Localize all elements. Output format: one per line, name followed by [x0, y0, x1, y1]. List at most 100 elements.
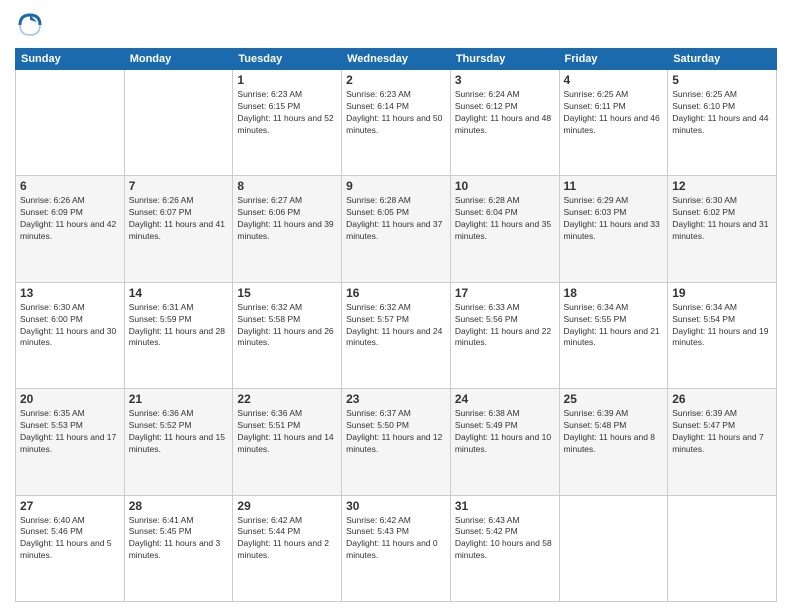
page: SundayMondayTuesdayWednesdayThursdayFrid…: [0, 0, 792, 612]
day-number: 31: [455, 499, 555, 513]
calendar-cell: 28 Sunrise: 6:41 AM Sunset: 5:45 PM Dayli…: [124, 495, 233, 601]
calendar-cell: 9 Sunrise: 6:28 AM Sunset: 6:05 PM Daylig…: [342, 176, 451, 282]
day-number: 4: [564, 73, 664, 87]
cell-details: Sunrise: 6:26 AM Sunset: 6:09 PM Dayligh…: [20, 195, 120, 243]
calendar-week-row: 13 Sunrise: 6:30 AM Sunset: 6:00 PM Dayli…: [16, 282, 777, 388]
day-number: 9: [346, 179, 446, 193]
calendar-cell: 8 Sunrise: 6:27 AM Sunset: 6:06 PM Daylig…: [233, 176, 342, 282]
calendar-cell: 3 Sunrise: 6:24 AM Sunset: 6:12 PM Daylig…: [450, 70, 559, 176]
day-number: 25: [564, 392, 664, 406]
header: [15, 10, 777, 40]
weekday-header-wednesday: Wednesday: [342, 49, 451, 70]
cell-details: Sunrise: 6:40 AM Sunset: 5:46 PM Dayligh…: [20, 515, 120, 563]
day-number: 1: [237, 73, 337, 87]
calendar-cell: [124, 70, 233, 176]
day-number: 19: [672, 286, 772, 300]
calendar-cell: 22 Sunrise: 6:36 AM Sunset: 5:51 PM Dayli…: [233, 389, 342, 495]
calendar-cell: 17 Sunrise: 6:33 AM Sunset: 5:56 PM Dayli…: [450, 282, 559, 388]
day-number: 24: [455, 392, 555, 406]
calendar-cell: 21 Sunrise: 6:36 AM Sunset: 5:52 PM Dayli…: [124, 389, 233, 495]
cell-details: Sunrise: 6:41 AM Sunset: 5:45 PM Dayligh…: [129, 515, 229, 563]
day-number: 5: [672, 73, 772, 87]
day-number: 23: [346, 392, 446, 406]
weekday-header-saturday: Saturday: [668, 49, 777, 70]
cell-details: Sunrise: 6:39 AM Sunset: 5:47 PM Dayligh…: [672, 408, 772, 456]
cell-details: Sunrise: 6:24 AM Sunset: 6:12 PM Dayligh…: [455, 89, 555, 137]
cell-details: Sunrise: 6:34 AM Sunset: 5:55 PM Dayligh…: [564, 302, 664, 350]
calendar-cell: 4 Sunrise: 6:25 AM Sunset: 6:11 PM Daylig…: [559, 70, 668, 176]
calendar-cell: 11 Sunrise: 6:29 AM Sunset: 6:03 PM Dayli…: [559, 176, 668, 282]
day-number: 10: [455, 179, 555, 193]
weekday-header-sunday: Sunday: [16, 49, 125, 70]
calendar-cell: 7Sunrise: 6:26 AM Sunset: 6:07 PM Daylig…: [124, 176, 233, 282]
calendar-cell: 26 Sunrise: 6:39 AM Sunset: 5:47 PM Dayli…: [668, 389, 777, 495]
calendar-cell: 6 Sunrise: 6:26 AM Sunset: 6:09 PM Daylig…: [16, 176, 125, 282]
cell-details: Sunrise: 6:25 AM Sunset: 6:11 PM Dayligh…: [564, 89, 664, 137]
calendar-cell: 16 Sunrise: 6:32 AM Sunset: 5:57 PM Dayli…: [342, 282, 451, 388]
weekday-header-tuesday: Tuesday: [233, 49, 342, 70]
cell-details: Sunrise: 6:37 AM Sunset: 5:50 PM Dayligh…: [346, 408, 446, 456]
calendar-cell: 19 Sunrise: 6:34 AM Sunset: 5:54 PM Dayli…: [668, 282, 777, 388]
day-number: 22: [237, 392, 337, 406]
day-number: 17: [455, 286, 555, 300]
cell-details: Sunrise: 6:29 AM Sunset: 6:03 PM Dayligh…: [564, 195, 664, 243]
calendar-cell: 15Sunrise: 6:32 AM Sunset: 5:58 PM Dayli…: [233, 282, 342, 388]
cell-details: Sunrise: 6:32 AM Sunset: 5:57 PM Dayligh…: [346, 302, 446, 350]
cell-details: Sunrise: 6:36 AM Sunset: 5:52 PM Dayligh…: [129, 408, 229, 456]
day-number: 29: [237, 499, 337, 513]
day-number: 20: [20, 392, 120, 406]
logo-icon: [15, 10, 45, 40]
calendar-cell: 14 Sunrise: 6:31 AM Sunset: 5:59 PM Dayli…: [124, 282, 233, 388]
cell-details: Sunrise: 6:33 AM Sunset: 5:56 PM Dayligh…: [455, 302, 555, 350]
cell-details: Sunrise: 6:28 AM Sunset: 6:05 PM Dayligh…: [346, 195, 446, 243]
day-number: 8: [237, 179, 337, 193]
day-number: 18: [564, 286, 664, 300]
calendar-week-row: 27 Sunrise: 6:40 AM Sunset: 5:46 PM Dayli…: [16, 495, 777, 601]
day-number: 16: [346, 286, 446, 300]
calendar-cell: 29 Sunrise: 6:42 AM Sunset: 5:44 PM Dayli…: [233, 495, 342, 601]
calendar-cell: 18 Sunrise: 6:34 AM Sunset: 5:55 PM Dayli…: [559, 282, 668, 388]
weekday-header-monday: Monday: [124, 49, 233, 70]
cell-details: Sunrise: 6:35 AM Sunset: 5:53 PM Dayligh…: [20, 408, 120, 456]
cell-details: Sunrise: 6:30 AM Sunset: 6:00 PM Dayligh…: [20, 302, 120, 350]
day-number: 26: [672, 392, 772, 406]
calendar-cell: [559, 495, 668, 601]
calendar-cell: 24 Sunrise: 6:38 AM Sunset: 5:49 PM Dayli…: [450, 389, 559, 495]
calendar-cell: 12Sunrise: 6:30 AM Sunset: 6:02 PM Dayli…: [668, 176, 777, 282]
cell-details: Sunrise: 6:25 AM Sunset: 6:10 PM Dayligh…: [672, 89, 772, 137]
weekday-header-friday: Friday: [559, 49, 668, 70]
calendar-cell: 13 Sunrise: 6:30 AM Sunset: 6:00 PM Dayli…: [16, 282, 125, 388]
cell-details: Sunrise: 6:39 AM Sunset: 5:48 PM Dayligh…: [564, 408, 664, 456]
cell-details: Sunrise: 6:23 AM Sunset: 6:14 PM Dayligh…: [346, 89, 446, 137]
cell-details: Sunrise: 6:42 AM Sunset: 5:44 PM Dayligh…: [237, 515, 337, 563]
cell-details: Sunrise: 6:34 AM Sunset: 5:54 PM Dayligh…: [672, 302, 772, 350]
day-number: 11: [564, 179, 664, 193]
calendar-cell: 31Sunrise: 6:43 AM Sunset: 5:42 PM Dayli…: [450, 495, 559, 601]
logo: [15, 10, 49, 40]
day-number: 7: [129, 179, 229, 193]
cell-details: Sunrise: 6:36 AM Sunset: 5:51 PM Dayligh…: [237, 408, 337, 456]
day-number: 14: [129, 286, 229, 300]
cell-details: Sunrise: 6:31 AM Sunset: 5:59 PM Dayligh…: [129, 302, 229, 350]
day-number: 15: [237, 286, 337, 300]
cell-details: Sunrise: 6:42 AM Sunset: 5:43 PM Dayligh…: [346, 515, 446, 563]
calendar-week-row: 6 Sunrise: 6:26 AM Sunset: 6:09 PM Daylig…: [16, 176, 777, 282]
calendar-cell: 5 Sunrise: 6:25 AM Sunset: 6:10 PM Daylig…: [668, 70, 777, 176]
cell-details: Sunrise: 6:23 AM Sunset: 6:15 PM Dayligh…: [237, 89, 337, 137]
cell-details: Sunrise: 6:38 AM Sunset: 5:49 PM Dayligh…: [455, 408, 555, 456]
calendar-cell: 30Sunrise: 6:42 AM Sunset: 5:43 PM Dayli…: [342, 495, 451, 601]
day-number: 6: [20, 179, 120, 193]
day-number: 27: [20, 499, 120, 513]
cell-details: Sunrise: 6:28 AM Sunset: 6:04 PM Dayligh…: [455, 195, 555, 243]
calendar-cell: 23 Sunrise: 6:37 AM Sunset: 5:50 PM Dayli…: [342, 389, 451, 495]
calendar-cell: 2Sunrise: 6:23 AM Sunset: 6:14 PM Daylig…: [342, 70, 451, 176]
day-number: 13: [20, 286, 120, 300]
calendar-cell: 25 Sunrise: 6:39 AM Sunset: 5:48 PM Dayli…: [559, 389, 668, 495]
day-number: 3: [455, 73, 555, 87]
calendar-week-row: 20 Sunrise: 6:35 AM Sunset: 5:53 PM Dayli…: [16, 389, 777, 495]
day-number: 28: [129, 499, 229, 513]
calendar-cell: 27 Sunrise: 6:40 AM Sunset: 5:46 PM Dayli…: [16, 495, 125, 601]
day-number: 21: [129, 392, 229, 406]
cell-details: Sunrise: 6:27 AM Sunset: 6:06 PM Dayligh…: [237, 195, 337, 243]
calendar-table: SundayMondayTuesdayWednesdayThursdayFrid…: [15, 48, 777, 602]
